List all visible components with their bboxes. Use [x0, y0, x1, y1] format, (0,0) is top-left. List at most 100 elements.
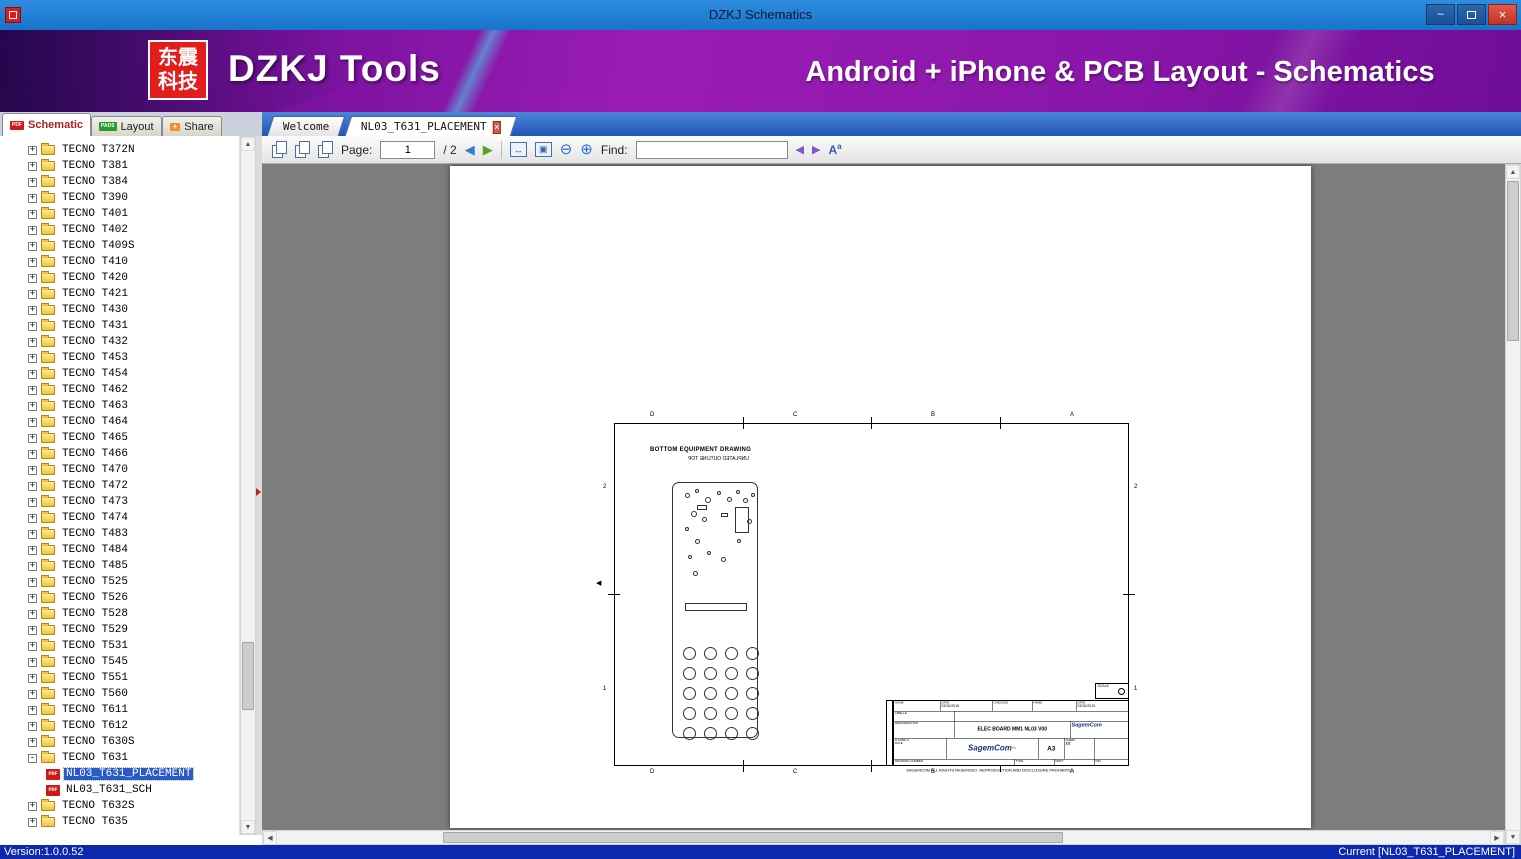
expand-icon[interactable]: [28, 626, 37, 635]
expand-icon[interactable]: [28, 802, 37, 811]
tab-welcome[interactable]: Welcome: [267, 116, 346, 136]
tab-share[interactable]: + Share: [162, 116, 222, 136]
expand-icon[interactable]: [28, 738, 37, 747]
find-input[interactable]: [636, 141, 788, 159]
copy-page-icon[interactable]: [272, 141, 287, 158]
tree-item[interactable]: NL03_T631_SCH: [0, 782, 239, 798]
tree-item[interactable]: TECNO T401: [0, 206, 239, 222]
tab-layout[interactable]: PADS Layout: [91, 116, 162, 136]
expand-icon[interactable]: [28, 754, 37, 763]
font-size-icon[interactable]: Aa: [828, 142, 841, 157]
tree-item[interactable]: TECNO T631: [0, 750, 239, 766]
expand-icon[interactable]: [28, 610, 37, 619]
expand-icon[interactable]: [28, 242, 37, 251]
multi-page-view-icon[interactable]: [295, 141, 310, 158]
tree-item[interactable]: TECNO T612: [0, 718, 239, 734]
expand-icon[interactable]: [28, 370, 37, 379]
close-tab-icon[interactable]: ×: [493, 121, 501, 134]
expand-icon[interactable]: [28, 658, 37, 667]
snapshot-icon[interactable]: [318, 141, 333, 158]
splitter-collapse-arrow[interactable]: [256, 488, 261, 496]
tree-item[interactable]: TECNO T381: [0, 158, 239, 174]
zoom-out-icon[interactable]: ⊖: [560, 142, 573, 157]
scroll-up-icon[interactable]: ▲: [1506, 165, 1520, 179]
previous-page-icon[interactable]: ◀: [465, 142, 475, 158]
fit-page-icon[interactable]: ▣: [535, 142, 552, 157]
expand-icon[interactable]: [28, 178, 37, 187]
next-page-icon[interactable]: ▶: [483, 142, 493, 158]
tree-item[interactable]: TECNO T465: [0, 430, 239, 446]
tree-item[interactable]: TECNO T635: [0, 814, 239, 830]
expand-icon[interactable]: [28, 322, 37, 331]
expand-icon[interactable]: [28, 210, 37, 219]
page-number-input[interactable]: [380, 141, 435, 159]
sidebar-scrollbar[interactable]: ▲ ▼: [240, 136, 256, 835]
tree-item[interactable]: TECNO T632S: [0, 798, 239, 814]
scroll-up-icon[interactable]: ▲: [241, 137, 255, 151]
expand-icon[interactable]: [28, 642, 37, 651]
find-previous-icon[interactable]: ◀: [796, 143, 804, 156]
tree-item[interactable]: TECNO T431: [0, 318, 239, 334]
tree-item[interactable]: TECNO T474: [0, 510, 239, 526]
scroll-right-icon[interactable]: ▶: [1490, 831, 1504, 845]
tree-item[interactable]: TECNO T483: [0, 526, 239, 542]
minimize-button[interactable]: –: [1426, 4, 1455, 25]
expand-icon[interactable]: [28, 514, 37, 523]
expand-icon[interactable]: [28, 482, 37, 491]
tree-item[interactable]: TECNO T525: [0, 574, 239, 590]
viewer-vscroll-thumb[interactable]: [1507, 181, 1519, 341]
expand-icon[interactable]: [28, 402, 37, 411]
tree-item[interactable]: TECNO T485: [0, 558, 239, 574]
tree-item[interactable]: TECNO T630S: [0, 734, 239, 750]
expand-icon[interactable]: [28, 354, 37, 363]
tree-item[interactable]: TECNO T464: [0, 414, 239, 430]
expand-icon[interactable]: [28, 290, 37, 299]
tree-item[interactable]: TECNO T432: [0, 334, 239, 350]
zoom-in-icon[interactable]: ⊕: [580, 142, 593, 157]
expand-icon[interactable]: [28, 594, 37, 603]
expand-icon[interactable]: [28, 818, 37, 827]
tree-item[interactable]: TECNO T528: [0, 606, 239, 622]
pdf-viewer[interactable]: D C B A D C B A 2 1 2 1 ◀ BOTTOM EQUIPME…: [262, 164, 1505, 830]
expand-icon[interactable]: [28, 690, 37, 699]
close-button[interactable]: ×: [1488, 4, 1517, 25]
tree-item[interactable]: TECNO T551: [0, 670, 239, 686]
expand-icon[interactable]: [28, 338, 37, 347]
tree-item[interactable]: TECNO T462: [0, 382, 239, 398]
scroll-down-icon[interactable]: ▼: [1506, 830, 1520, 844]
tree-item[interactable]: TECNO T384: [0, 174, 239, 190]
tree-item[interactable]: TECNO T529: [0, 622, 239, 638]
tree-item[interactable]: TECNO T531: [0, 638, 239, 654]
expand-icon[interactable]: [28, 274, 37, 283]
expand-icon[interactable]: [28, 194, 37, 203]
tree-item[interactable]: TECNO T409S: [0, 238, 239, 254]
tree-item[interactable]: TECNO T402: [0, 222, 239, 238]
tree-item[interactable]: TECNO T611: [0, 702, 239, 718]
tree-item[interactable]: TECNO T470: [0, 462, 239, 478]
tree-item[interactable]: TECNO T454: [0, 366, 239, 382]
tab-schematic[interactable]: PDF Schematic: [2, 113, 91, 136]
find-next-icon[interactable]: ▶: [812, 143, 820, 156]
expand-icon[interactable]: [28, 562, 37, 571]
expand-icon[interactable]: [28, 450, 37, 459]
expand-icon[interactable]: [28, 530, 37, 539]
expand-icon[interactable]: [28, 258, 37, 267]
expand-icon[interactable]: [28, 578, 37, 587]
tree-item[interactable]: TECNO T420: [0, 270, 239, 286]
expand-icon[interactable]: [28, 386, 37, 395]
tree-item[interactable]: NL03_T631_PLACEMENT: [0, 766, 239, 782]
maximize-button[interactable]: [1457, 4, 1486, 25]
tree-item[interactable]: TECNO T484: [0, 542, 239, 558]
tree-item[interactable]: TECNO T463: [0, 398, 239, 414]
expand-icon[interactable]: [28, 466, 37, 475]
fit-width-icon[interactable]: ↔: [510, 142, 527, 157]
tree-item[interactable]: TECNO T473: [0, 494, 239, 510]
expand-icon[interactable]: [28, 674, 37, 683]
viewer-horizontal-scrollbar[interactable]: ◀ ▶: [262, 830, 1505, 845]
expand-icon[interactable]: [28, 546, 37, 555]
expand-icon[interactable]: [28, 706, 37, 715]
tree-item[interactable]: TECNO T410: [0, 254, 239, 270]
tree-item[interactable]: TECNO T421: [0, 286, 239, 302]
tree-item[interactable]: TECNO T453: [0, 350, 239, 366]
sidebar-scrollbar-thumb[interactable]: [242, 642, 254, 710]
